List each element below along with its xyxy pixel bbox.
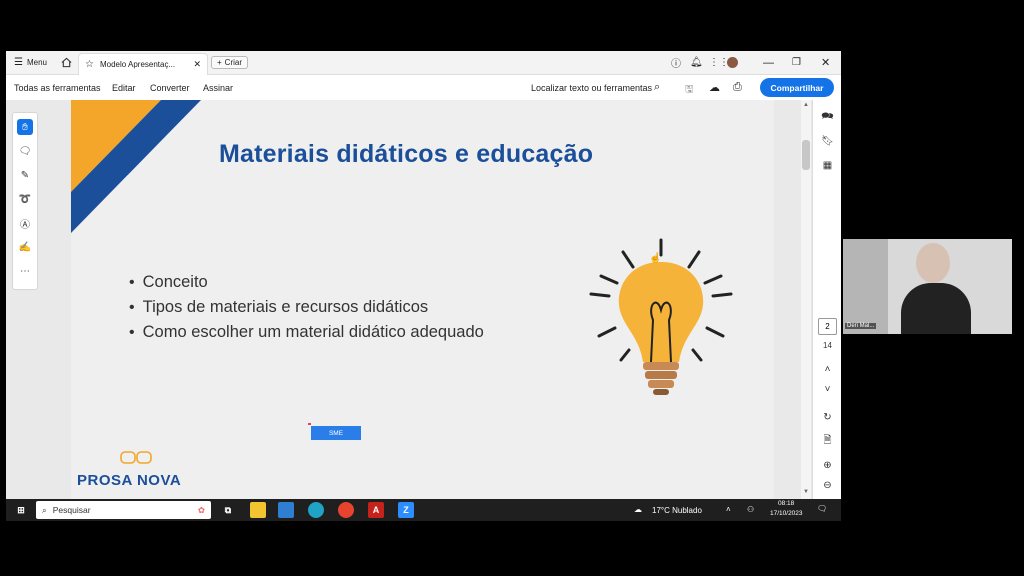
document-area: Materiais didáticos e educação Conceito … <box>6 100 841 499</box>
webcam-background <box>843 239 888 334</box>
upload-cloud-icon[interactable]: ☁ <box>709 81 720 94</box>
person-head <box>916 243 950 283</box>
page-search-icon[interactable]: 🗎 <box>820 434 835 449</box>
tab-title: Modelo Apresentaç... <box>99 60 176 69</box>
acrobat-icon[interactable]: A <box>368 502 384 518</box>
taskbar-search-placeholder: Pesquisar <box>52 505 91 515</box>
rotate-icon[interactable]: ↻ <box>820 410 835 425</box>
minimize-icon[interactable]: — <box>763 51 774 74</box>
star-icon[interactable]: ☆ <box>85 59 94 70</box>
menu-button[interactable]: ☰ Menu <box>14 51 47 74</box>
prosa-nova-logo: PROSA NOVA <box>77 472 182 489</box>
zoom-in-icon[interactable]: ⊕ <box>820 458 835 473</box>
fill-sign-icon[interactable]: ✍ <box>17 239 33 255</box>
acrobat-window: ☰ Menu ☆ Modelo Apresentaç... ✕ + Criar … <box>6 51 841 521</box>
zoom-out-icon[interactable]: ⊖ <box>820 478 835 493</box>
network-icon[interactable]: ⚇ <box>747 505 754 514</box>
thumbnails-icon[interactable]: ▦ <box>820 158 835 173</box>
bell-icon[interactable]: 🔔︎ <box>690 51 703 74</box>
share-button[interactable]: Compartilhar <box>760 78 834 97</box>
sme-badge[interactable]: SME <box>311 426 361 440</box>
chrome-icon[interactable] <box>338 502 354 518</box>
slide-page: Materiais didáticos e educação Conceito … <box>71 100 774 499</box>
save-icon[interactable]: 🖫 <box>685 82 694 99</box>
search-icon[interactable]: ⌕ <box>654 81 660 94</box>
bullet-item: Conceito <box>129 270 484 295</box>
menu-label: Menu <box>26 58 47 67</box>
menu-bar: Todas as ferramentas Editar Converter As… <box>6 75 841 100</box>
store-icon[interactable] <box>278 502 294 518</box>
menu-all-tools[interactable]: Todas as ferramentas <box>14 83 101 93</box>
scroll-up-icon[interactable]: ▲ <box>803 102 809 108</box>
task-view-icon[interactable]: ⧉ <box>220 502 236 518</box>
windows-start-icon[interactable]: ⊞ <box>13 502 29 518</box>
menu-convert[interactable]: Converter <box>150 83 190 93</box>
menu-edit[interactable]: Editar <box>112 83 136 93</box>
search-icon: ⌕ <box>42 504 47 515</box>
comment-icon[interactable]: 🗨︎ <box>17 143 33 159</box>
zoom-app-icon[interactable]: Z <box>398 502 414 518</box>
windows-taskbar: ⊞ ⌕ Pesquisar ✿ ⧉ A Z ☁ 17°C Nublado ˄ ⚇… <box>6 499 841 521</box>
participant-name: Deri Mal... <box>845 323 877 329</box>
menu-sign[interactable]: Assinar <box>203 83 233 93</box>
page-total: 14 <box>823 341 832 350</box>
hand-cursor-icon: ☝ <box>649 253 662 264</box>
weather-cloud-icon: ☁ <box>634 505 642 514</box>
home-icon[interactable] <box>61 51 72 74</box>
chevron-up-icon[interactable]: ˄ <box>820 362 835 377</box>
tab-document[interactable]: ☆ Modelo Apresentaç... ✕ <box>78 53 208 75</box>
speech-bubbles-icon <box>120 451 152 464</box>
text-box-icon[interactable]: Ⓐ <box>17 215 33 231</box>
page-number-input[interactable]: 2 <box>818 318 837 335</box>
file-explorer-icon[interactable] <box>250 502 266 518</box>
help-icon[interactable]: ⓘ <box>671 51 681 74</box>
new-label: Criar <box>224 58 243 67</box>
comments-panel-icon[interactable]: 🗪 <box>820 110 835 125</box>
more-tools-icon[interactable]: ⋯ <box>17 263 33 279</box>
plus-icon: + <box>217 58 222 67</box>
taskbar-search[interactable]: ⌕ Pesquisar ✿ <box>36 501 211 519</box>
notification-icon[interactable]: 🗨︎ <box>817 504 827 513</box>
weather-text[interactable]: 17°C Nublado <box>652 506 702 515</box>
right-panel: 🗪 🔖︎ ▦ 2 14 ˄ ˅ ↻ 🗎 ⊕ ⊖ <box>812 100 841 499</box>
clock-time[interactable]: 08:18 <box>778 500 794 507</box>
tray-chevron-icon[interactable]: ˄ <box>726 505 731 514</box>
scroll-down-icon[interactable]: ▼ <box>803 489 809 495</box>
scroll-thumb[interactable] <box>802 140 810 170</box>
close-tab-icon[interactable]: ✕ <box>193 59 201 70</box>
title-bar: ☰ Menu ☆ Modelo Apresentaç... ✕ + Criar … <box>6 51 841 75</box>
pen-icon[interactable]: ✎ <box>17 167 33 183</box>
clock-date[interactable]: 17/10/2023 <box>770 510 803 517</box>
close-window-icon[interactable]: ✕ <box>821 51 830 74</box>
slide-title: Materiais didáticos e educação <box>219 140 594 168</box>
lasso-icon[interactable]: ➰ <box>17 191 33 207</box>
webcam-video[interactable]: Deri Mal... <box>843 239 1012 334</box>
avatar[interactable] <box>727 51 738 74</box>
hand-tool-icon[interactable]: ✋︎ <box>17 119 33 135</box>
chevron-down-icon[interactable]: ˅ <box>820 382 835 397</box>
vertical-scrollbar[interactable]: ▲ ▼ <box>801 100 811 499</box>
person-body <box>901 283 971 334</box>
search-highlight-icon: ✿ <box>197 504 205 515</box>
quick-tools-panel: ✋︎ 🗨︎ ✎ ➰ Ⓐ ✍ ⋯ <box>12 112 38 290</box>
new-button[interactable]: + Criar <box>211 51 249 74</box>
hamburger-icon: ☰ <box>14 57 23 68</box>
bullet-item: Tipos de materiais e recursos didáticos <box>129 295 484 320</box>
bookmark-icon[interactable]: 🔖︎ <box>820 134 835 149</box>
print-icon[interactable]: ⎙ <box>733 81 742 94</box>
apps-grid-icon[interactable]: ⋮⋮ <box>709 51 729 74</box>
bullet-item: Como escolher um material didático adequ… <box>129 320 484 345</box>
restore-icon[interactable]: ❐ <box>792 51 801 74</box>
find-text-tools[interactable]: Localizar texto ou ferramentas <box>531 83 652 93</box>
edge-icon[interactable] <box>308 502 324 518</box>
bullet-list: Conceito Tipos de materiais e recursos d… <box>129 270 484 345</box>
